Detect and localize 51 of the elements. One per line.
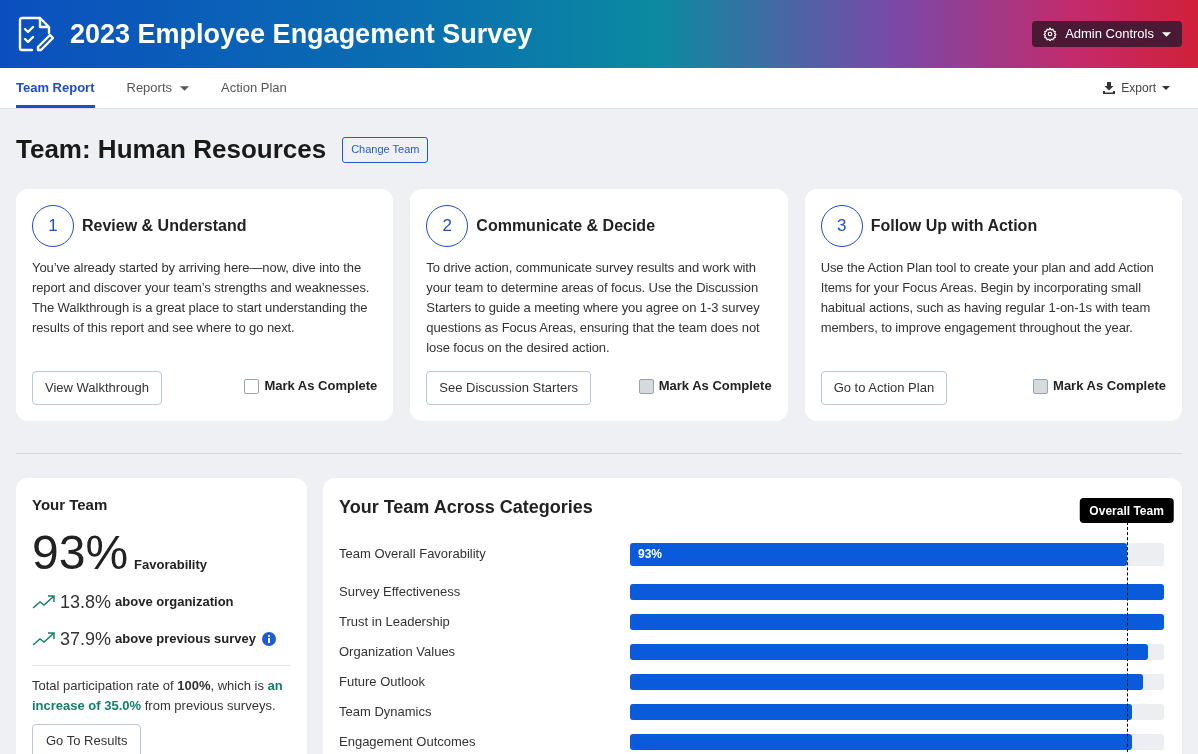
step-description: You’ve already started by arriving here—now, dive into the report and discover your team’s strengths and weaknesses. The Walkthrough is a great place to start understanding the results of this report and see where to go next. bbox=[32, 259, 371, 337]
step-button[interactable]: Go to Action Plan bbox=[820, 371, 948, 405]
card-title: Your Team Across Categories bbox=[339, 496, 593, 519]
checklist-document-icon bbox=[16, 15, 54, 53]
change-team-button[interactable]: Change Team bbox=[342, 136, 429, 163]
go-to-results-button[interactable]: Go To Results bbox=[32, 723, 142, 754]
mark-complete-checkbox[interactable]: Mark As Complete bbox=[244, 376, 378, 396]
step-title: Review & Understand bbox=[82, 216, 247, 236]
category-label: Engagement Outcomes bbox=[339, 733, 477, 752]
trend-up-icon bbox=[32, 632, 56, 646]
comparison-label: above previous survey bbox=[115, 630, 256, 649]
caret-icon bbox=[1162, 31, 1171, 37]
step-button[interactable]: View Walkthrough bbox=[32, 371, 163, 405]
step-description: Use the Action Plan tool to create your plan and add Action Items for your Focus Areas. Begin by incorporating small habitual actions, such as having regular 1-on-1s with team members, to improve engagement throughout the year. bbox=[820, 259, 1155, 337]
caret-icon bbox=[180, 85, 190, 91]
favorability-label: Favorability bbox=[134, 556, 208, 574]
checkbox[interactable] bbox=[244, 378, 260, 394]
mark-complete-checkbox[interactable]: Mark As Complete bbox=[1033, 376, 1166, 396]
category-label: Survey Effectiveness bbox=[339, 583, 462, 602]
settings-icon bbox=[1043, 27, 1058, 41]
bar-value: 93% bbox=[638, 546, 663, 563]
comparison-label: above organization bbox=[115, 593, 234, 612]
step-description: To drive action, communicate survey results and work with your team to determine areas of focus. Use the Discussion Starters to guide a meeting where you agree on 1-3 survey questions as Focus Areas, ensuring that the team does not lose focus on the desired action. bbox=[426, 259, 761, 357]
comparison-value: 13.8% bbox=[60, 590, 112, 614]
admin-controls-button[interactable]: Admin Controls bbox=[1032, 21, 1182, 47]
nav-tab[interactable]: Action Plan bbox=[221, 68, 287, 108]
category-label: Trust in Leadership bbox=[339, 613, 451, 632]
checkbox[interactable] bbox=[638, 378, 654, 394]
step-title: Follow Up with Action bbox=[870, 216, 1038, 236]
team-title: Team: Human Resources bbox=[16, 133, 327, 166]
trend-up-icon bbox=[32, 595, 56, 609]
favorability-score: 93% bbox=[32, 526, 129, 579]
participation-text: Total participation rate of 100%, which is an increase of 35.0% from previous surveys. bbox=[32, 676, 284, 715]
comparison-value: 37.9% bbox=[60, 627, 112, 651]
download-icon bbox=[1103, 82, 1116, 94]
checkbox[interactable] bbox=[1033, 378, 1049, 394]
nav-tab[interactable]: Reports bbox=[126, 68, 190, 108]
card-title: Your Team bbox=[32, 495, 108, 515]
info-icon[interactable] bbox=[261, 632, 276, 646]
nav-tab[interactable]: Team Report bbox=[16, 68, 95, 108]
step-title: Communicate & Decide bbox=[476, 216, 656, 236]
export-button[interactable]: Export bbox=[1103, 68, 1170, 108]
step-button[interactable]: See Discussion Starters bbox=[426, 371, 592, 405]
category-label: Team Overall Favorability bbox=[339, 545, 487, 564]
mark-complete-checkbox[interactable]: Mark As Complete bbox=[638, 376, 772, 396]
reference-label: Overall Team bbox=[1079, 498, 1174, 523]
category-label: Future Outlook bbox=[339, 673, 426, 692]
category-label: Team Dynamics bbox=[339, 703, 433, 722]
app-title: 2023 Employee Engagement Survey bbox=[70, 17, 533, 51]
caret-icon bbox=[1162, 86, 1170, 90]
category-label: Organization Values bbox=[339, 643, 457, 662]
